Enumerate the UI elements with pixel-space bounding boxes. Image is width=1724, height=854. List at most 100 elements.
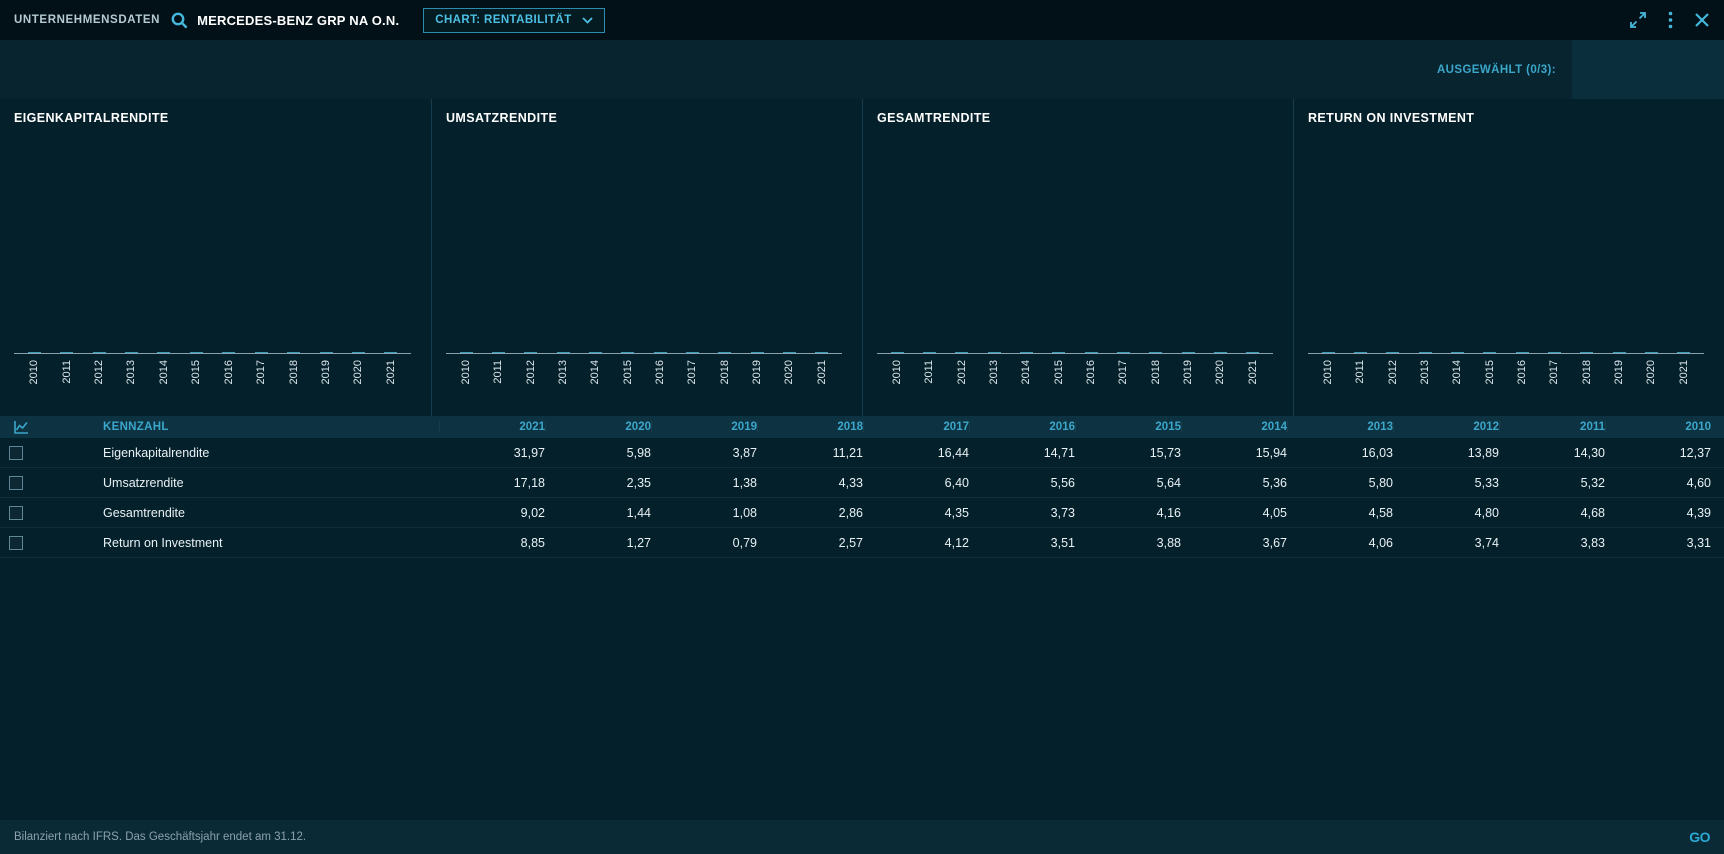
row-checkbox-1[interactable]	[9, 446, 23, 460]
x-label-slot: 2013	[978, 354, 1010, 400]
bar-2020[interactable]	[1214, 352, 1227, 353]
bar-2015[interactable]	[190, 352, 203, 353]
bar-slot	[115, 352, 147, 353]
bar-2021[interactable]	[384, 352, 397, 353]
x-tick-label: 2013	[1419, 360, 1431, 384]
table-header-icon-cell	[0, 420, 103, 435]
bar-2014[interactable]	[157, 352, 170, 353]
bar-2018[interactable]	[1580, 352, 1593, 353]
bar-2013[interactable]	[988, 352, 1001, 353]
metric-value: 4,68	[1499, 506, 1605, 520]
bar-slot	[978, 352, 1010, 353]
x-label-slot: 2010	[881, 354, 913, 400]
chart-line-icon	[13, 420, 29, 435]
bar-2016[interactable]	[654, 352, 667, 353]
x-label-slot: 2010	[1312, 354, 1344, 400]
bar-2011[interactable]	[60, 352, 73, 353]
bar-slot	[741, 352, 773, 353]
bar-2011[interactable]	[492, 352, 505, 353]
x-tick-label: 2013	[557, 360, 569, 384]
bar-slot	[913, 352, 945, 353]
bar-2017[interactable]	[1548, 352, 1561, 353]
x-tick-label: 2016	[223, 360, 235, 384]
close-button[interactable]	[1694, 12, 1710, 28]
bar-slot	[1506, 352, 1538, 353]
bar-2018[interactable]	[287, 352, 300, 353]
bar-2013[interactable]	[1419, 352, 1432, 353]
bar-2010[interactable]	[460, 352, 473, 353]
chart-title: EIGENKAPITALRENDITE	[14, 111, 411, 126]
x-label-slot: 2019	[310, 354, 342, 400]
row-checkbox-3[interactable]	[9, 506, 23, 520]
bar-2019[interactable]	[1182, 352, 1195, 353]
bar-2016[interactable]	[1085, 352, 1098, 353]
x-label-slot: 2011	[1344, 354, 1376, 400]
metric-value: 3,74	[1393, 536, 1499, 550]
bar-2018[interactable]	[718, 352, 731, 353]
bar-2010[interactable]	[891, 352, 904, 353]
metric-value: 1,38	[651, 476, 757, 490]
bar-2021[interactable]	[1677, 352, 1690, 353]
bar-2018[interactable]	[1149, 352, 1162, 353]
bar-2012[interactable]	[955, 352, 968, 353]
bar-2011[interactable]	[1354, 352, 1367, 353]
bar-2015[interactable]	[1052, 352, 1065, 353]
kebab-menu-button[interactable]	[1668, 11, 1673, 29]
row-checkbox-2[interactable]	[9, 476, 23, 490]
bar-2014[interactable]	[589, 352, 602, 353]
bar-2012[interactable]	[524, 352, 537, 353]
x-label-slot: 2012	[946, 354, 978, 400]
bar-slot	[1204, 352, 1236, 353]
x-label-slot: 2018	[1140, 354, 1172, 400]
bar-2016[interactable]	[222, 352, 235, 353]
metric-value: 4,16	[1075, 506, 1181, 520]
table-row: Gesamtrendite9,021,441,082,864,353,734,1…	[0, 498, 1724, 528]
bar-2011[interactable]	[923, 352, 936, 353]
x-label-slot: 2012	[515, 354, 547, 400]
bar-2012[interactable]	[93, 352, 106, 353]
bar-2010[interactable]	[1322, 352, 1335, 353]
bar-2013[interactable]	[125, 352, 138, 353]
expand-button[interactable]	[1629, 11, 1647, 29]
bar-2014[interactable]	[1451, 352, 1464, 353]
bar-2019[interactable]	[751, 352, 764, 353]
search-button[interactable]	[170, 11, 189, 30]
bar-2017[interactable]	[1117, 352, 1130, 353]
x-label-slot: 2018	[1571, 354, 1603, 400]
x-tick-label: 2015	[190, 360, 202, 384]
bar-slot	[1474, 352, 1506, 353]
bar-2020[interactable]	[783, 352, 796, 353]
row-checkbox-4[interactable]	[9, 536, 23, 550]
chevron-down-icon	[582, 17, 593, 24]
chart-select-dropdown[interactable]: CHART: RENTABILITÄT	[423, 8, 604, 33]
bar-2015[interactable]	[621, 352, 634, 353]
x-label-slot: 2014	[1010, 354, 1042, 400]
x-tick-label: 2011	[61, 360, 73, 384]
bar-slot	[1377, 352, 1409, 353]
metric-value: 3,73	[969, 506, 1075, 520]
bar-2020[interactable]	[1645, 352, 1658, 353]
metric-value: 1,27	[545, 536, 651, 550]
bar-2020[interactable]	[352, 352, 365, 353]
bar-2021[interactable]	[1246, 352, 1259, 353]
x-tick-label: 2020	[1645, 360, 1657, 384]
x-label-slot: 2012	[83, 354, 115, 400]
chart-plot	[446, 134, 842, 354]
company-name[interactable]: MERCEDES-BENZ GRP NA O.N.	[197, 13, 399, 28]
bar-2021[interactable]	[815, 352, 828, 353]
metrics-table: KENNZAHL 2021202020192018201720162015201…	[0, 416, 1724, 558]
bar-slot	[709, 352, 741, 353]
bar-2014[interactable]	[1020, 352, 1033, 353]
search-icon	[170, 11, 189, 30]
bar-2015[interactable]	[1483, 352, 1496, 353]
x-tick-label: 2014	[1020, 360, 1032, 384]
bar-2017[interactable]	[255, 352, 268, 353]
bar-2017[interactable]	[686, 352, 699, 353]
bar-2012[interactable]	[1386, 352, 1399, 353]
bar-2013[interactable]	[557, 352, 570, 353]
bar-2019[interactable]	[320, 352, 333, 353]
bar-2010[interactable]	[28, 352, 41, 353]
bar-2019[interactable]	[1613, 352, 1626, 353]
bar-2016[interactable]	[1516, 352, 1529, 353]
bar-slot	[612, 352, 644, 353]
